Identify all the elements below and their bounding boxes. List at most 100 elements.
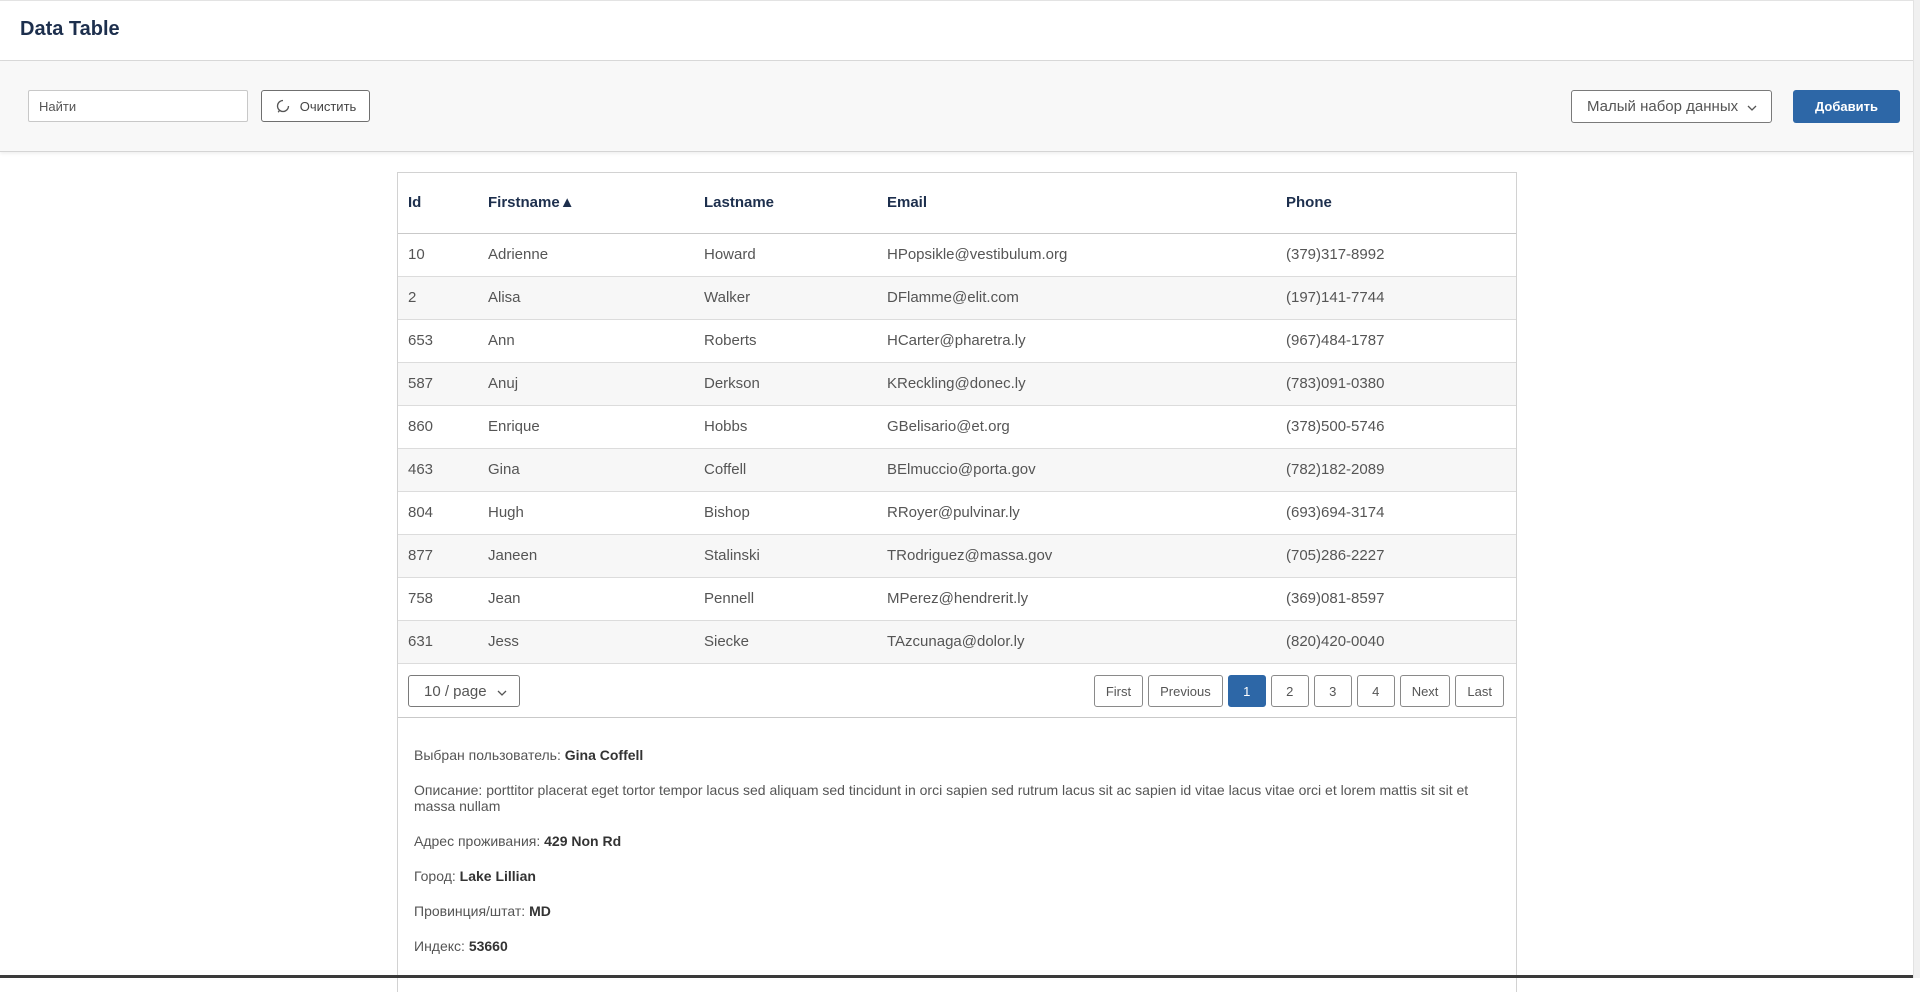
clear-button-label: Очистить bbox=[299, 98, 357, 114]
cell-lastname: Howard bbox=[694, 233, 877, 277]
table-row[interactable]: 804 Hugh Bishop RRoyer@pulvinar.ly (693)… bbox=[398, 491, 1516, 535]
table-row[interactable]: 587 Anuj Derkson KReckling@donec.ly (783… bbox=[398, 362, 1516, 406]
cell-id: 653 bbox=[398, 319, 478, 363]
cell-lastname: Bishop bbox=[694, 491, 877, 535]
cell-firstname: Anuj bbox=[478, 362, 694, 406]
cell-email: HPopsikle@vestibulum.org bbox=[877, 233, 1276, 277]
cell-firstname: Jess bbox=[478, 620, 694, 664]
page-title: Data Table bbox=[20, 18, 120, 40]
cell-phone: (820)420-0040 bbox=[1276, 620, 1516, 664]
detail-description: Описание: porttitor placerat eget tortor… bbox=[414, 782, 1500, 814]
cell-lastname: Siecke bbox=[694, 620, 877, 664]
cell-id: 587 bbox=[398, 362, 478, 406]
dataset-select-value: Малый набор данных bbox=[1587, 98, 1739, 115]
column-header-email[interactable]: Email bbox=[877, 173, 1276, 234]
first-page-button[interactable]: First bbox=[1093, 675, 1144, 707]
detail-state: Провинция/штат: MD bbox=[414, 903, 1500, 919]
column-header-phone[interactable]: Phone bbox=[1276, 173, 1516, 234]
detail-value: MD bbox=[529, 903, 551, 919]
cell-email: RRoyer@pulvinar.ly bbox=[877, 491, 1276, 535]
cell-phone: (705)286-2227 bbox=[1276, 534, 1516, 578]
table-row[interactable]: 877 Janeen Stalinski TRodriguez@massa.go… bbox=[398, 534, 1516, 578]
add-button[interactable]: Добавить bbox=[1793, 90, 1900, 123]
data-table: Id Firstname▲ Lastname Email Phone 10 Ad… bbox=[398, 173, 1516, 664]
cell-lastname: Stalinski bbox=[694, 534, 877, 578]
detail-value: 429 Non Rd bbox=[544, 833, 622, 849]
cell-lastname: Coffell bbox=[694, 448, 877, 492]
cell-firstname: Alisa bbox=[478, 276, 694, 320]
previous-page-button[interactable]: Previous bbox=[1148, 675, 1223, 707]
cell-email: DFlamme@elit.com bbox=[877, 276, 1276, 320]
cell-email: KReckling@donec.ly bbox=[877, 362, 1276, 406]
last-page-button[interactable]: Last bbox=[1455, 675, 1504, 707]
cell-id: 758 bbox=[398, 577, 478, 621]
cell-email: GBelisario@et.org bbox=[877, 405, 1276, 449]
cell-email: TRodriguez@massa.gov bbox=[877, 534, 1276, 578]
app-header: Data Table bbox=[0, 0, 1913, 61]
table-row[interactable]: 631 Jess Siecke TAzcunaga@dolor.ly (820)… bbox=[398, 620, 1516, 664]
chevron-down-icon bbox=[497, 683, 507, 700]
cell-firstname: Jean bbox=[478, 577, 694, 621]
next-page-button[interactable]: Next bbox=[1399, 675, 1451, 707]
cell-email: HCarter@pharetra.ly bbox=[877, 319, 1276, 363]
cell-email: MPerez@hendrerit.ly bbox=[877, 577, 1276, 621]
page-button-1[interactable]: 1 bbox=[1227, 675, 1266, 707]
table-row[interactable]: 463 Gina Coffell BElmuccio@porta.gov (78… bbox=[398, 448, 1516, 492]
detail-label: Провинция/штат: bbox=[414, 903, 526, 919]
cell-firstname: Hugh bbox=[478, 491, 694, 535]
page-button-3[interactable]: 3 bbox=[1313, 675, 1352, 707]
column-header-id[interactable]: Id bbox=[398, 173, 478, 234]
dataset-select[interactable]: Малый набор данных bbox=[1571, 90, 1772, 123]
cell-id: 463 bbox=[398, 448, 478, 492]
cell-firstname: Adrienne bbox=[478, 233, 694, 277]
cell-id: 804 bbox=[398, 491, 478, 535]
cell-id: 631 bbox=[398, 620, 478, 664]
detail-label: Выбран пользователь: bbox=[414, 747, 561, 763]
detail-selected-user: Выбран пользователь: Gina Coffell bbox=[414, 747, 1500, 763]
table-row[interactable]: 10 Adrienne Howard HPopsikle@vestibulum.… bbox=[398, 233, 1516, 277]
cell-phone: (967)484-1787 bbox=[1276, 319, 1516, 363]
cell-phone: (782)182-2089 bbox=[1276, 448, 1516, 492]
page-size-select[interactable]: 10 / page bbox=[408, 675, 520, 707]
detail-address: Адрес проживания: 429 Non Rd bbox=[414, 833, 1500, 849]
cell-lastname: Hobbs bbox=[694, 405, 877, 449]
table-row[interactable]: 653 Ann Roberts HCarter@pharetra.ly (967… bbox=[398, 319, 1516, 363]
table-row[interactable]: 2 Alisa Walker DFlamme@elit.com (197)141… bbox=[398, 276, 1516, 320]
column-header-firstname[interactable]: Firstname▲ bbox=[478, 173, 694, 234]
detail-label: Индекс: bbox=[414, 938, 465, 954]
chevron-down-icon bbox=[1747, 98, 1757, 115]
data-panel: Id Firstname▲ Lastname Email Phone 10 Ad… bbox=[397, 172, 1517, 992]
user-details: Выбран пользователь: Gina Coffell Описан… bbox=[414, 747, 1500, 973]
detail-city: Город: Lake Lillian bbox=[414, 868, 1500, 884]
search-input[interactable] bbox=[28, 90, 248, 122]
clear-button[interactable]: Очистить bbox=[261, 90, 370, 122]
cell-email: TAzcunaga@dolor.ly bbox=[877, 620, 1276, 664]
cell-lastname: Derkson bbox=[694, 362, 877, 406]
cell-phone: (379)317-8992 bbox=[1276, 233, 1516, 277]
cell-email: BElmuccio@porta.gov bbox=[877, 448, 1276, 492]
table-row[interactable]: 860 Enrique Hobbs GBelisario@et.org (378… bbox=[398, 405, 1516, 449]
cell-phone: (693)694-3174 bbox=[1276, 491, 1516, 535]
cell-firstname: Ann bbox=[478, 319, 694, 363]
cell-id: 10 bbox=[398, 233, 478, 277]
page-button-2[interactable]: 2 bbox=[1270, 675, 1309, 707]
refresh-icon bbox=[275, 98, 291, 114]
vertical-scrollbar[interactable] bbox=[1913, 0, 1920, 978]
detail-value: 53660 bbox=[468, 938, 508, 954]
detail-value: Lake Lillian bbox=[459, 868, 536, 884]
detail-label: Город: bbox=[414, 868, 456, 884]
page-button-4[interactable]: 4 bbox=[1356, 675, 1395, 707]
cell-firstname: Janeen bbox=[478, 534, 694, 578]
detail-label: Адрес проживания: bbox=[414, 833, 541, 849]
column-header-lastname[interactable]: Lastname bbox=[694, 173, 877, 234]
table-row[interactable]: 758 Jean Pennell MPerez@hendrerit.ly (36… bbox=[398, 577, 1516, 621]
toolbar: Очистить Малый набор данных Добавить bbox=[0, 61, 1913, 152]
detail-value: Gina Coffell bbox=[564, 747, 644, 763]
cell-phone: (783)091-0380 bbox=[1276, 362, 1516, 406]
cell-lastname: Roberts bbox=[694, 319, 877, 363]
pagination: First Previous 1 2 3 4 Next Last bbox=[1093, 675, 1504, 707]
detail-value: porttitor placerat eget tortor tempor la… bbox=[414, 782, 1469, 814]
cell-firstname: Enrique bbox=[478, 405, 694, 449]
cell-id: 2 bbox=[398, 276, 478, 320]
cell-phone: (369)081-8597 bbox=[1276, 577, 1516, 621]
